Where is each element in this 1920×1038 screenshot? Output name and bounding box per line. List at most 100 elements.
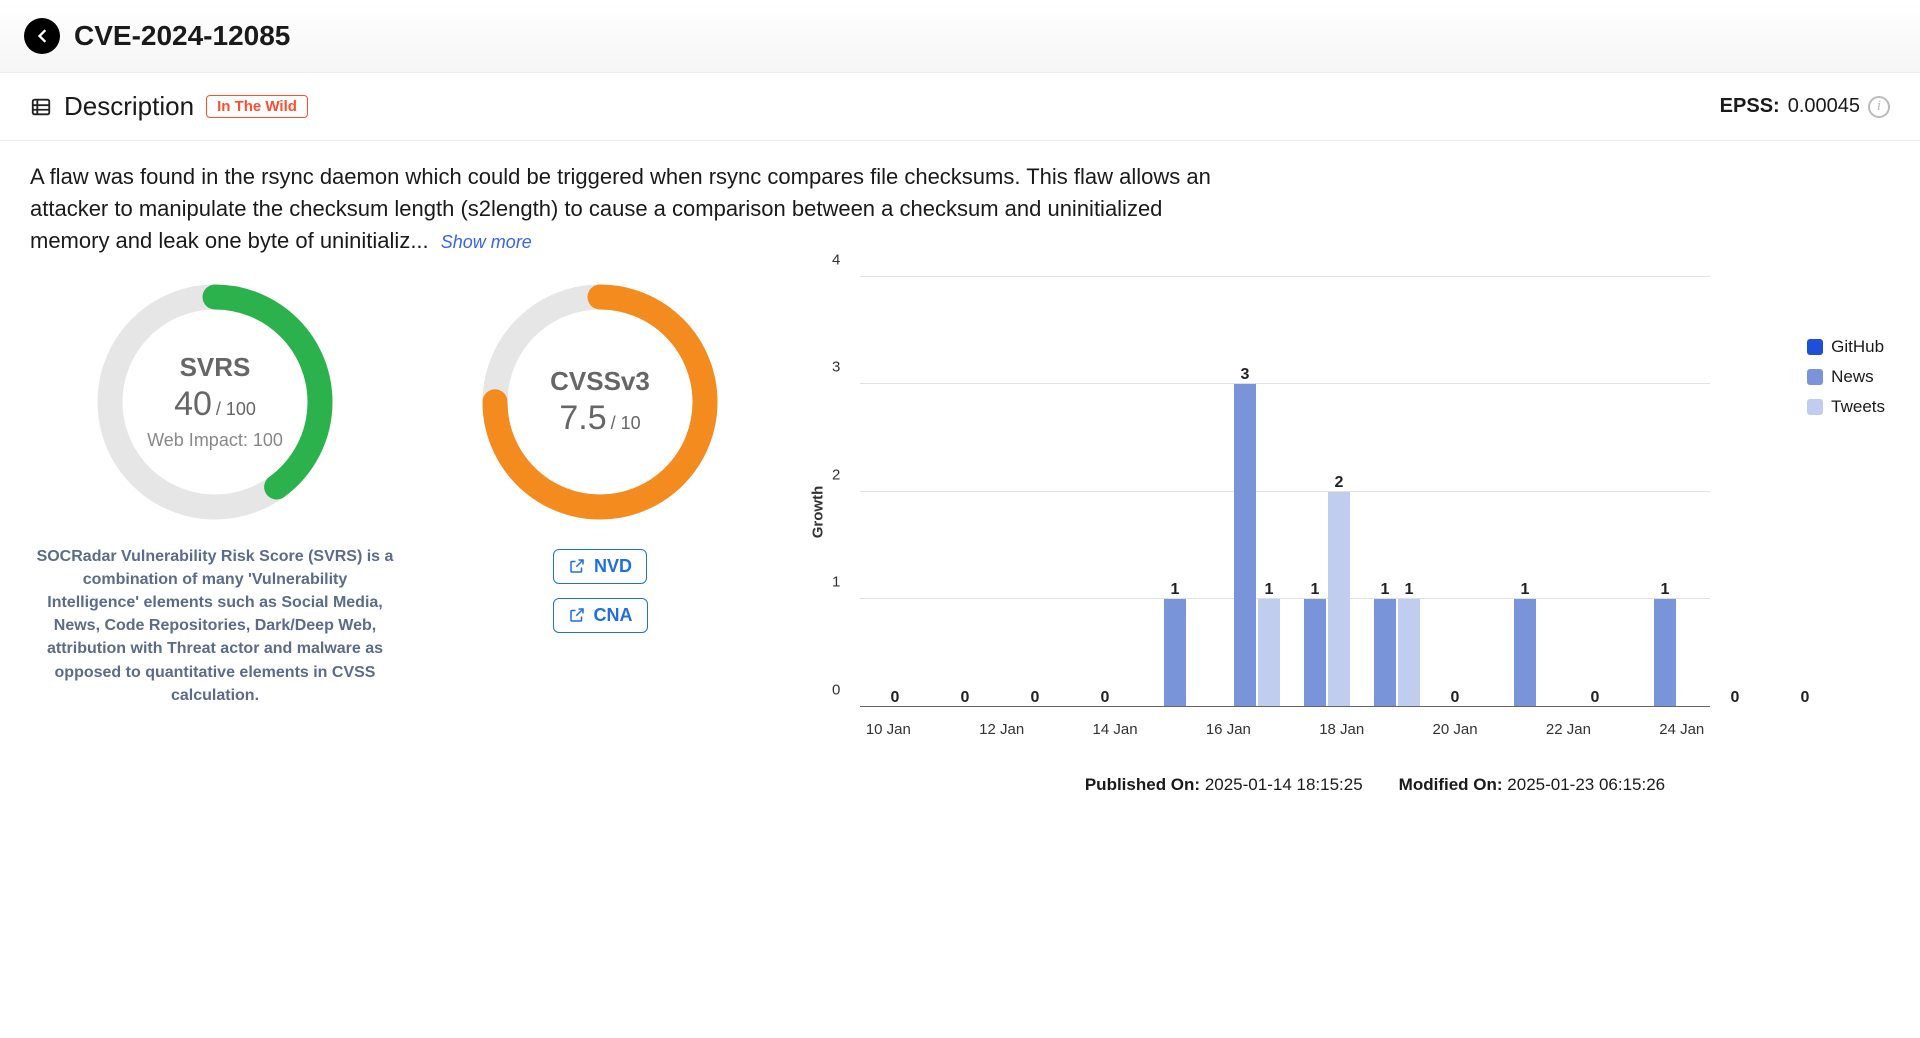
x-tick: 18 Jan <box>1313 711 1370 747</box>
chart-date-group: 0 <box>860 277 930 707</box>
x-tick: 16 Jan <box>1200 711 1257 747</box>
nvd-link-button[interactable]: NVD <box>553 549 647 584</box>
x-tick <box>1143 711 1200 747</box>
bar-value-label: 0 <box>1801 689 1810 707</box>
bar-value-label: 3 <box>1241 366 1250 384</box>
chart-bar <box>1258 599 1280 707</box>
description-text: A flaw was found in the rsync daemon whi… <box>0 141 1250 265</box>
x-tick <box>1370 711 1427 747</box>
x-tick <box>917 711 974 747</box>
chart-bar <box>1164 599 1186 707</box>
growth-chart: Growth 01234 00001311211010100 10 Jan12 … <box>800 277 1890 795</box>
legend-label: GitHub <box>1831 337 1884 357</box>
cve-id-title: CVE-2024-12085 <box>74 20 290 52</box>
chart-bar <box>1328 492 1350 707</box>
svrs-explanation: SOCRadar Vulnerability Risk Score (SVRS)… <box>30 545 400 707</box>
chart-date-group: 0 <box>1000 277 1070 707</box>
section-title: Description <box>64 91 194 122</box>
svrs-label: SVRS <box>180 352 251 383</box>
bar-value-label: 1 <box>1521 581 1530 599</box>
y-tick: 2 <box>832 466 840 483</box>
bar-value-label: 1 <box>1661 581 1670 599</box>
bar-value-label: 0 <box>961 689 970 707</box>
svrs-web-impact: Web Impact: 100 <box>147 430 283 451</box>
chart-date-group: 0 <box>1560 277 1630 707</box>
x-tick <box>1030 711 1087 747</box>
svrs-panel: SVRS 40 / 100 Web Impact: 100 SOCRadar V… <box>30 277 400 795</box>
bar-value-label: 0 <box>1101 689 1110 707</box>
chart-bar <box>1374 599 1396 707</box>
modified-value: 2025-01-23 06:15:26 <box>1507 775 1665 794</box>
x-tick <box>1257 711 1314 747</box>
x-tick: 20 Jan <box>1427 711 1484 747</box>
cna-link-button[interactable]: CNA <box>553 598 648 633</box>
x-tick: 14 Jan <box>1087 711 1144 747</box>
bar-value-label: 0 <box>1591 689 1600 707</box>
epss-value: 0.00045 <box>1788 95 1860 118</box>
chart-date-group: 1 <box>1630 277 1700 707</box>
published-label: Published On: <box>1085 775 1200 794</box>
chart-date-group: 0 <box>930 277 1000 707</box>
nvd-link-label: NVD <box>594 556 632 577</box>
published-value: 2025-01-14 18:15:25 <box>1205 775 1363 794</box>
chart-date-group: 0 <box>1420 277 1490 707</box>
bar-value-label: 1 <box>1311 581 1320 599</box>
legend-swatch <box>1807 399 1823 415</box>
page-header: CVE-2024-12085 <box>0 0 1920 73</box>
x-tick: 10 Jan <box>860 711 917 747</box>
list-icon <box>30 96 52 118</box>
cna-link-label: CNA <box>594 605 633 626</box>
cvss-value: 7.5 <box>559 399 606 438</box>
chart-bar <box>1398 599 1420 707</box>
cvss-label: CVSSv3 <box>550 366 650 397</box>
chart-bar <box>1514 599 1536 707</box>
x-tick: 12 Jan <box>973 711 1030 747</box>
chart-bar <box>1234 384 1256 707</box>
epss-label: EPSS: <box>1720 95 1780 118</box>
cvss-panel: CVSSv3 7.5 / 10 NVD CNA <box>460 277 740 795</box>
description-body: A flaw was found in the rsync daemon whi… <box>30 164 1211 253</box>
y-tick: 1 <box>832 574 840 591</box>
chart-date-group: 1 <box>1140 277 1210 707</box>
bar-value-label: 1 <box>1405 581 1414 599</box>
svrs-gauge: SVRS 40 / 100 Web Impact: 100 <box>90 277 340 527</box>
legend-item[interactable]: News <box>1807 367 1885 387</box>
bar-value-label: 1 <box>1265 581 1274 599</box>
chart-legend: GitHub News Tweets <box>1807 337 1885 417</box>
external-link-icon <box>568 557 586 575</box>
info-icon[interactable]: i <box>1868 96 1890 118</box>
chart-date-group: 11 <box>1350 277 1420 707</box>
description-section-header: Description In The Wild EPSS: 0.00045 i <box>0 73 1920 141</box>
arrow-left-icon <box>32 26 52 46</box>
x-tick <box>1483 711 1540 747</box>
back-button[interactable] <box>24 18 60 54</box>
x-tick: 22 Jan <box>1540 711 1597 747</box>
in-the-wild-tag: In The Wild <box>206 95 308 118</box>
chart-y-label: Growth <box>810 485 827 538</box>
y-tick: 3 <box>832 359 840 376</box>
chart-date-group: 31 <box>1210 277 1280 707</box>
legend-item[interactable]: Tweets <box>1807 397 1885 417</box>
chart-date-group: 12 <box>1280 277 1350 707</box>
external-link-icon <box>568 606 586 624</box>
x-tick: 24 Jan <box>1653 711 1710 747</box>
bar-value-label: 2 <box>1335 474 1344 492</box>
svrs-max: / 100 <box>216 399 256 420</box>
legend-item[interactable]: GitHub <box>1807 337 1885 357</box>
chart-date-group: 0 <box>1070 277 1140 707</box>
legend-swatch <box>1807 339 1823 355</box>
y-tick: 0 <box>832 681 840 698</box>
chart-date-group: 0 <box>1700 277 1770 707</box>
legend-swatch <box>1807 369 1823 385</box>
chart-bar <box>1654 599 1676 707</box>
bar-value-label: 0 <box>891 689 900 707</box>
x-tick <box>1597 711 1654 747</box>
bar-value-label: 0 <box>1731 689 1740 707</box>
chart-bar <box>1304 599 1326 707</box>
legend-label: News <box>1831 367 1874 387</box>
bar-value-label: 1 <box>1381 581 1390 599</box>
epss-score: EPSS: 0.00045 i <box>1720 95 1890 118</box>
bar-value-label: 0 <box>1031 689 1040 707</box>
cvss-gauge: CVSSv3 7.5 / 10 <box>475 277 725 527</box>
show-more-link[interactable]: Show more <box>441 232 532 252</box>
